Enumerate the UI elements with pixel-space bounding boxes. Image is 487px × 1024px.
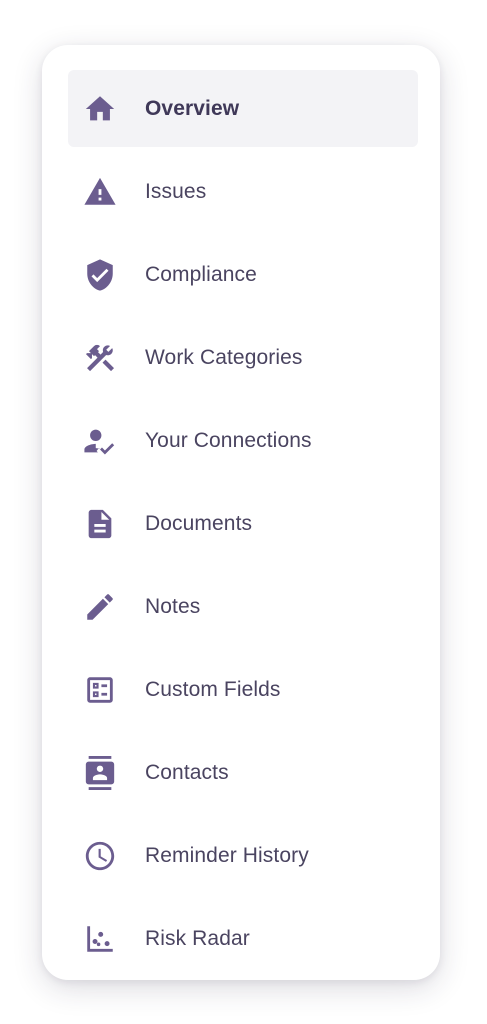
sidebar-menu: Overview Issues Compliance Work Categori… <box>68 70 418 983</box>
home-icon <box>80 89 120 129</box>
shield-check-icon <box>80 255 120 295</box>
contact-book-icon <box>80 753 120 793</box>
sidebar-item-reminder-history[interactable]: Reminder History <box>68 817 418 894</box>
sidebar-item-compliance[interactable]: Compliance <box>68 236 418 313</box>
warning-icon <box>80 172 120 212</box>
pencil-icon <box>80 587 120 627</box>
sidebar-item-label: Documents <box>145 511 253 535</box>
sidebar-item-custom-fields[interactable]: Custom Fields <box>68 651 418 728</box>
sidebar-item-work-categories[interactable]: Work Categories <box>68 319 418 396</box>
user-check-icon <box>80 421 120 461</box>
sidebar-item-label: Risk Radar <box>145 926 250 950</box>
sidebar-item-label: Reminder History <box>145 843 309 867</box>
sidebar-item-label: Contacts <box>145 760 229 784</box>
sidebar-item-documents[interactable]: Documents <box>68 485 418 562</box>
scatter-chart-icon <box>80 919 120 959</box>
sidebar-item-issues[interactable]: Issues <box>68 153 418 230</box>
sidebar-item-label: Compliance <box>145 262 257 286</box>
document-icon <box>80 504 120 544</box>
sidebar-item-label: Work Categories <box>145 345 303 369</box>
sidebar-panel: Overview Issues Compliance Work Categori… <box>42 45 440 980</box>
form-fields-icon <box>80 670 120 710</box>
sidebar-item-label: Overview <box>145 96 240 120</box>
sidebar-item-your-connections[interactable]: Your Connections <box>68 402 418 479</box>
tools-icon <box>80 338 120 378</box>
sidebar-item-notes[interactable]: Notes <box>68 568 418 645</box>
sidebar-item-contacts[interactable]: Contacts <box>68 734 418 811</box>
clock-icon <box>80 836 120 876</box>
sidebar-item-risk-radar[interactable]: Risk Radar <box>68 900 418 977</box>
sidebar-item-overview[interactable]: Overview <box>68 70 418 147</box>
sidebar-item-label: Custom Fields <box>145 677 281 701</box>
sidebar-item-label: Issues <box>145 179 207 203</box>
sidebar-item-label: Notes <box>145 594 201 618</box>
sidebar-item-label: Your Connections <box>145 428 312 452</box>
